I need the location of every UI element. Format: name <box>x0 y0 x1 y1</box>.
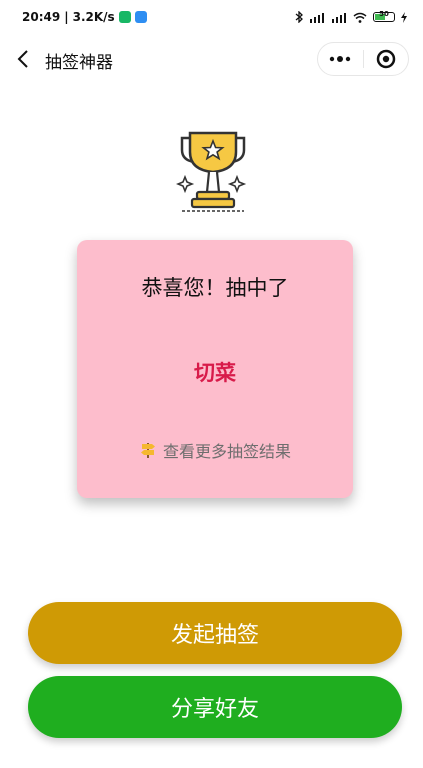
back-arrow-icon <box>17 50 28 68</box>
signal-icon-2 <box>332 12 346 23</box>
bluetooth-icon <box>295 11 303 23</box>
close-miniprogram-icon <box>376 49 395 69</box>
close-miniprogram-button[interactable] <box>364 43 409 75</box>
status-right: 50 <box>295 10 407 23</box>
page-title: 抽签神器 <box>45 53 113 73</box>
nav-bar: 抽签神器 <box>0 38 423 82</box>
battery-level: 50 <box>379 10 389 18</box>
result-card: 恭喜您！抽中了 切菜 查看更多抽签结果 <box>77 240 353 498</box>
battery-icon: 50 <box>373 10 395 22</box>
more-dots-icon <box>330 56 351 62</box>
back-button[interactable] <box>12 48 34 70</box>
more-button[interactable] <box>318 43 363 75</box>
draw-result: 切菜 <box>194 361 236 385</box>
status-left: 20:49 | 3.2K/s <box>22 10 147 24</box>
wechat-notification-icon <box>118 11 131 23</box>
congrats-text: 恭喜您！抽中了 <box>141 276 289 300</box>
signpost-icon <box>140 443 155 458</box>
miniprogram-capsule <box>317 42 409 76</box>
charging-icon <box>401 11 407 23</box>
status-bar: 20:49 | 3.2K/s 50 <box>0 0 423 34</box>
start-draw-button[interactable]: 发起抽签 <box>28 602 402 664</box>
more-results-label: 查看更多抽签结果 <box>162 442 291 461</box>
wifi-icon <box>353 12 367 23</box>
status-net-speed: 3.2K/s <box>72 10 115 24</box>
signal-icon-1 <box>310 12 324 23</box>
status-time: 20:49 <box>22 10 61 24</box>
trophy-icon <box>176 131 247 212</box>
more-results-link[interactable]: 查看更多抽签结果 <box>77 438 353 462</box>
share-friends-button[interactable]: 分享好友 <box>28 676 402 738</box>
status-separator: | <box>64 10 69 24</box>
app-notification-icon <box>134 11 147 23</box>
